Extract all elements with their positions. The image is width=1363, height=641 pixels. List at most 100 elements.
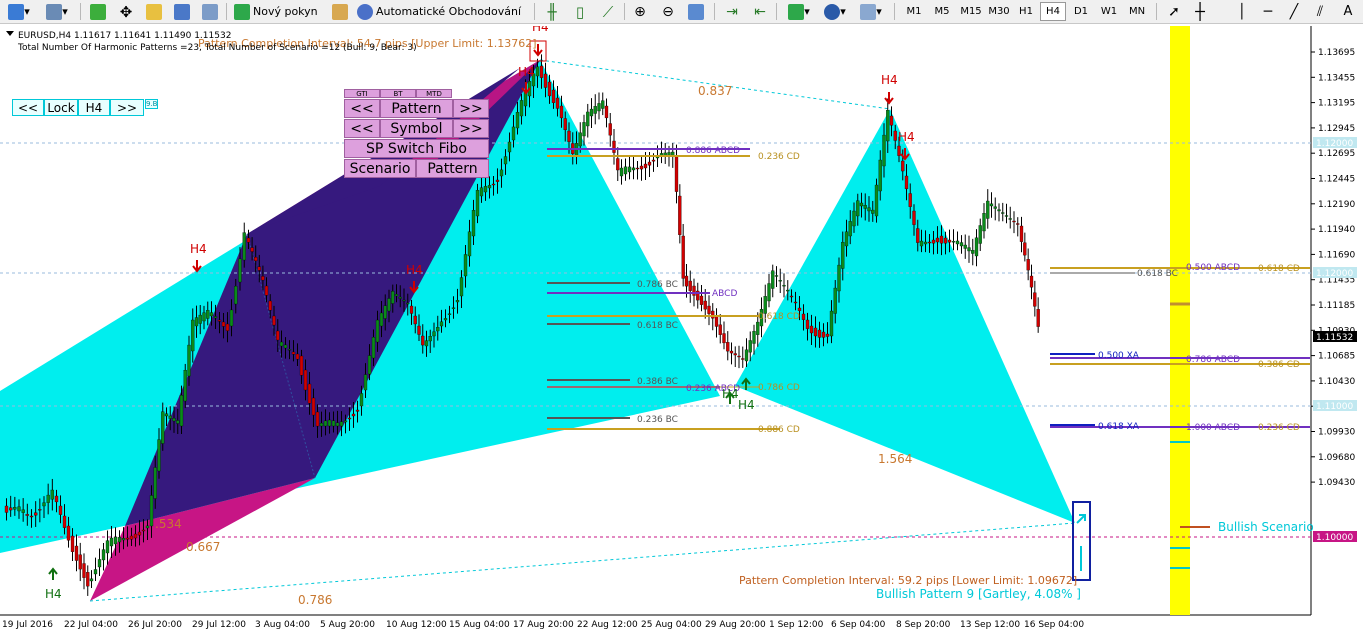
auto-trading-button[interactable]: Automatické Obchodování [357,2,527,21]
crosshair-tool-button[interactable]: ✥ [116,2,136,21]
new-chart-button[interactable]: ▾ [4,2,34,21]
timeframe-m15[interactable]: M15 [957,2,985,21]
nav-next-button[interactable]: >> [110,99,144,116]
candle-body [179,395,184,427]
ratio-label: 0.786 [298,593,332,607]
bullish-pattern-label: Bullish Pattern 9 [Gartley, 4.08% ] [876,587,1081,601]
crosshair-button[interactable]: ┼ [1190,2,1210,21]
horizontal-line-button[interactable]: ─ [1258,2,1278,21]
candlestick-button[interactable]: ▯ [570,2,590,21]
candle-body [797,307,802,311]
price-level-label: 1.11185 [1318,301,1355,311]
pattern-prev-button[interactable]: << [344,99,380,118]
navigator-button[interactable] [144,2,164,21]
fib-label: 0.500 XA [1098,351,1140,361]
timeframe-mn[interactable]: MN [1124,2,1150,21]
symbol-button[interactable]: Symbol [380,119,453,138]
profiles-button[interactable]: ▾ [42,2,72,21]
candle-body [54,495,59,503]
price-level-label: 1.12445 [1318,175,1355,185]
terminal-button[interactable] [172,2,192,21]
candle-body [789,295,794,298]
pattern-button[interactable]: Pattern [380,99,453,118]
zoom-in-button[interactable]: ⊕ [630,2,650,21]
tester-button[interactable] [200,2,220,21]
candle-body [209,312,214,317]
nav-lock-button[interactable]: Lock [44,99,78,116]
h4-bottom-marker: H4 [45,587,62,601]
candle-body [217,319,222,322]
candle-body [774,275,779,277]
candle-body [58,505,63,515]
time-axis-label: 29 Jul 12:00 [192,620,246,630]
candle-body [547,81,552,97]
timeframe-m30[interactable]: M30 [985,2,1013,21]
candle-body [347,417,352,420]
vertical-line-button[interactable]: │ [1232,2,1252,21]
fib-label: 0.886 ABCD [686,146,740,156]
cursor-tool-button[interactable]: ➚ [1164,2,1184,21]
candle-body [919,240,924,247]
nav-prev-button[interactable]: << [12,99,44,116]
candle-body [168,415,172,419]
timeframe-m5[interactable]: M5 [929,2,955,21]
candle-body [141,529,146,532]
symbol-next-button[interactable]: >> [453,119,489,138]
candle-body [161,411,165,444]
candle-body [726,342,730,352]
candle-body [748,340,752,353]
nav-timeframe-button[interactable]: H4 [78,99,110,116]
timeframe-m1[interactable]: M1 [901,2,927,21]
candle-body [809,325,814,334]
candle-body [597,103,601,112]
candle-body [183,369,187,402]
trend-line-button[interactable]: ╱ [1284,2,1304,21]
gti-tab[interactable]: GTI [344,89,380,98]
h4-bottom-marker: H4 [722,387,739,401]
tile-windows-button[interactable] [686,2,706,21]
indicators-button[interactable]: ▾ [784,2,814,21]
timeframe-h4[interactable]: H4 [1040,2,1066,21]
symbol-prev-button[interactable]: << [344,119,380,138]
candle-body [943,237,948,244]
timeframe-d1[interactable]: D1 [1068,2,1094,21]
candle-body [923,241,928,245]
pattern-next-button[interactable]: >> [453,99,489,118]
candle-body [515,112,520,129]
price-level-label: 1.12695 [1318,149,1355,159]
candle-body [13,507,17,510]
templates-button[interactable]: ▾ [856,2,886,21]
text-tool-button[interactable]: A [1338,2,1358,21]
zoom-out-button[interactable]: ⊖ [658,2,678,21]
candle-body [351,413,356,417]
mtd-tab[interactable]: MTD [416,89,452,98]
chart-shift-button[interactable]: ⇤ [750,2,770,21]
candle-body [50,489,54,500]
candle-body [647,161,652,166]
candle-body [1033,292,1037,307]
candle-body [125,537,130,540]
sp-switch-fibo-button[interactable]: SP Switch Fibo [344,139,489,158]
market-watch-button[interactable] [88,2,108,21]
candle-body [172,418,176,422]
line-chart-button[interactable]: ⟋ [598,2,618,21]
candle-body [627,166,632,173]
price-level-label: 1.09680 [1318,453,1355,463]
new-order-button[interactable]: Nový pokyn [234,2,322,21]
nav-mini-tag[interactable]: 9.B [145,99,159,109]
bar-chart-button[interactable]: ╫ [542,2,562,21]
metaeditor-button[interactable] [330,2,350,21]
candle-body [34,512,38,516]
bt-tab[interactable]: BT [380,89,416,98]
candle-body [62,515,67,528]
pattern-mode-button[interactable]: Pattern [416,159,489,178]
candle-body [311,397,316,416]
auto-scroll-button[interactable]: ⇥ [722,2,742,21]
timeframe-h1[interactable]: H1 [1013,2,1039,21]
scenario-button[interactable]: Scenario [344,159,416,178]
toolbar: ▾ ▾ ✥ Nový pokyn Automatické Obchodování… [0,0,1363,24]
channel-button[interactable]: ⫽ [1310,2,1330,21]
price-chart[interactable]: 0.886 ABCD 0.236 CD 0.786 BC ABCD 0.618 … [0,26,1363,641]
timeframe-w1[interactable]: W1 [1096,2,1122,21]
periods-button[interactable]: ▾ [820,2,850,21]
